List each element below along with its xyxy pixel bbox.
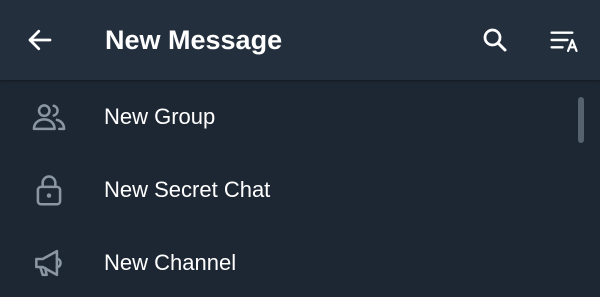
menu-list: New Group New Secret Chat New Channel (0, 80, 600, 297)
search-icon (483, 28, 507, 52)
page-title: New Message (105, 25, 283, 55)
back-button[interactable] (16, 16, 64, 64)
sort-alphabetical-icon (550, 31, 578, 53)
menu-item-new-channel[interactable]: New Channel (0, 226, 600, 297)
sort-button[interactable] (541, 16, 589, 64)
new-message-screen: New Message New Group New Secret Chat Ne… (0, 0, 600, 297)
search-button[interactable] (471, 16, 519, 64)
menu-item-label: New Secret Chat (104, 177, 271, 202)
menu-item-label: New Group (104, 104, 216, 129)
app-header: New Message (0, 0, 600, 80)
menu-item-new-secret-chat[interactable]: New Secret Chat (0, 153, 600, 226)
lock-icon (28, 169, 70, 211)
menu-item-label: New Channel (104, 250, 237, 275)
menu-item-new-group[interactable]: New Group (0, 80, 600, 153)
arrow-left-icon (28, 29, 52, 51)
scrollbar[interactable] (578, 97, 584, 143)
group-icon (28, 96, 70, 138)
megaphone-icon (28, 242, 70, 284)
